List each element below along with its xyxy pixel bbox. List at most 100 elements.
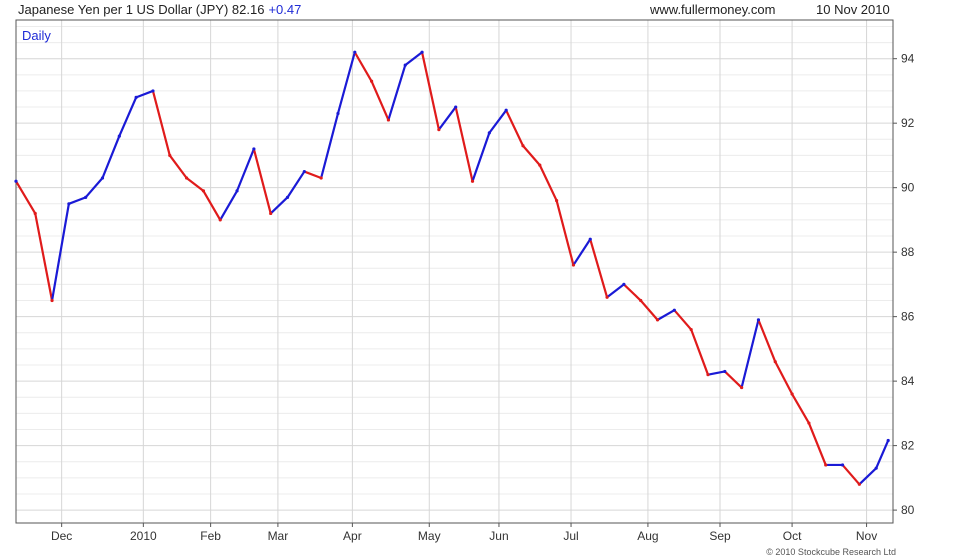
price-segment [135,89,155,99]
price-point [588,237,592,241]
price-point [538,163,542,167]
price-segment [14,180,37,215]
price-point [689,327,693,332]
price-point [14,179,18,183]
price-point [639,298,643,303]
price-segment [219,189,239,222]
x-tick-label: Oct [783,529,802,543]
price-point [420,50,424,54]
price-point [50,298,54,303]
x-tick-label: Sep [709,529,731,543]
price-point [454,105,458,109]
price-segment [656,309,676,321]
price-point [790,392,794,396]
y-tick-label: 94 [901,52,915,66]
price-point [336,111,340,116]
price-point [319,176,323,180]
price-point [269,211,273,216]
price-point [723,369,727,374]
price-segment [673,309,693,331]
price-point [756,318,761,322]
price-segment [505,109,525,147]
price-chart: 80 82 84 86 88 90 92 94 Dec 2010 Feb Mar Apr May Jun Ju… [14,19,915,543]
price-segment [303,170,323,180]
price-point [807,421,811,425]
price-point [555,198,559,203]
price-segment [757,318,777,363]
price-point [886,438,890,443]
price-segment [437,105,457,131]
price-point [285,195,290,199]
price-point [33,211,37,216]
price-segment [353,51,373,83]
y-tick-label: 80 [901,503,915,517]
price-point [487,131,491,135]
price-point [386,118,391,122]
price-point [470,179,475,183]
price-point [840,463,845,467]
price-segment [841,463,861,486]
price-point [151,89,155,93]
x-tick-label: Nov [856,529,877,543]
price-point [67,202,71,206]
price-segment [67,196,87,205]
price-segment [875,439,890,470]
y-tick-label: 88 [901,245,915,259]
x-tick-label: Mar [268,529,289,543]
x-tick-label: Feb [200,529,221,543]
price-point [874,466,878,470]
price-point [773,360,777,364]
price-segment [185,176,205,192]
price-point [370,79,374,83]
price-segment [690,328,710,376]
price-point [857,482,861,486]
price-segment [387,64,407,122]
price-segment [286,170,306,199]
copyright-note: © 2010 Stockcube Research Ltd [766,547,896,557]
price-segment [488,109,508,134]
price-point [571,263,576,267]
price-segment [790,392,811,425]
x-tick-label: Apr [343,529,362,543]
price-segment [723,370,743,389]
price-segment [858,467,878,486]
price-point [184,176,189,180]
price-segment [269,196,289,215]
price-point [235,189,239,193]
y-tick-label: 90 [901,181,915,195]
price-segment [454,105,474,183]
y-tick-label: 86 [901,310,915,324]
y-tick-label: 92 [901,116,915,130]
price-point [504,108,508,112]
price-segment [774,360,794,396]
price-point [302,169,306,174]
price-point [672,308,676,312]
price-segment [740,318,760,389]
x-tick-label: Jun [489,529,508,543]
price-point [168,153,172,158]
price-segment [622,283,642,302]
price-segment [706,370,726,376]
price-segment [605,283,625,299]
price-point [353,50,357,54]
price-segment [34,212,54,302]
price-point [622,282,626,286]
price-point [252,147,256,151]
price-point [605,295,609,299]
price-point [403,63,407,67]
y-tick-label: 84 [901,374,915,388]
price-segment [370,80,390,122]
x-tick-label: 2010 [130,529,157,543]
price-point [824,463,828,467]
x-tick-label: Aug [637,529,658,543]
price-segment [471,131,491,183]
period-label: Daily [22,28,51,43]
plot-frame [15,19,894,524]
price-point [740,385,744,390]
price-segment [168,154,188,180]
price-point [134,95,138,99]
price-point [201,189,206,193]
price-point [218,218,222,222]
x-tick-label: May [418,529,441,543]
x-tick-label: Dec [51,529,72,543]
